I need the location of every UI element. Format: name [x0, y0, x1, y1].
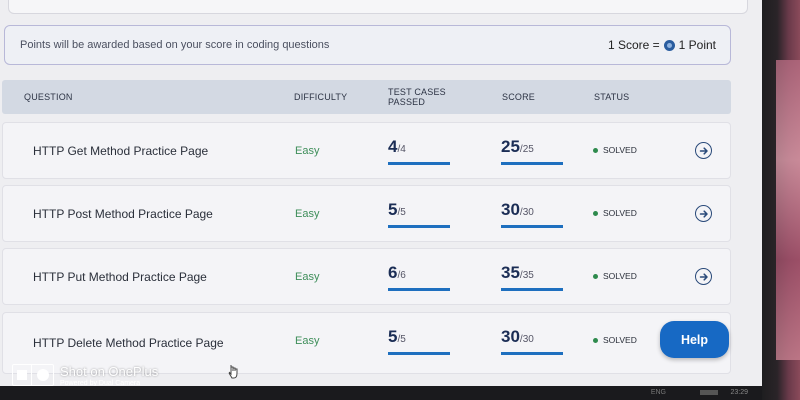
status-dot-icon [593, 210, 598, 216]
status-text: SOLVED [603, 145, 637, 155]
tests-progress-fill [388, 352, 450, 355]
status-badge: SOLVED [593, 208, 637, 218]
tests-progress-bar [388, 162, 450, 165]
taskbar-indicator [700, 390, 718, 395]
tests-passed: 5/5 [388, 327, 452, 355]
question-name[interactable]: HTTP Delete Method Practice Page [33, 336, 224, 350]
tests-total: /4 [397, 144, 406, 155]
tests-progress-fill [388, 162, 450, 165]
status-badge: SOLVED [593, 145, 637, 155]
score-total: /30 [519, 207, 534, 218]
table-row[interactable]: HTTP Post Method Practice Page Easy 5/5 … [2, 185, 731, 242]
score-progress-fill [501, 162, 563, 165]
status-dot-icon [593, 337, 598, 343]
status-badge: SOLVED [593, 335, 637, 345]
header-difficulty: DIFFICULTY [294, 92, 348, 102]
score: 35/35 [501, 263, 565, 291]
table-row[interactable]: HTTP Get Method Practice Page Easy 4/4 2… [2, 122, 731, 179]
help-button[interactable]: Help [660, 321, 729, 358]
tests-total: /5 [397, 207, 406, 218]
status-dot-icon [593, 273, 598, 279]
score-total: /25 [519, 144, 534, 155]
tests-progress-fill [388, 225, 450, 228]
previous-card [8, 0, 748, 14]
tests-progress-fill [388, 288, 450, 291]
score-total: /30 [519, 334, 534, 345]
cursor-icon [228, 364, 240, 385]
score-value: 25 [501, 137, 520, 156]
question-name[interactable]: HTTP Get Method Practice Page [33, 144, 208, 158]
score: 30/30 [501, 200, 565, 228]
points-left: 1 Score = [607, 38, 660, 52]
score: 25/25 [501, 137, 565, 165]
taskbar-time: 23:29 [730, 389, 748, 396]
header-question: QUESTION [24, 92, 73, 102]
difficulty-label: Easy [295, 208, 320, 220]
score-progress-fill [501, 352, 563, 355]
header-test-cases: TEST CASES PASSED [388, 87, 458, 107]
question-name[interactable]: HTTP Post Method Practice Page [33, 207, 213, 221]
score-progress-bar [501, 162, 563, 165]
tests-progress-bar [388, 225, 450, 228]
score-progress-bar [501, 288, 563, 291]
arrow-right-circle-icon[interactable] [695, 205, 712, 222]
header-test-cases-line2: PASSED [388, 97, 426, 107]
header-test-cases-line1: TEST CASES [388, 87, 446, 97]
screen: Points will be awarded based on your sco… [0, 0, 762, 400]
score-value: 30 [501, 200, 520, 219]
tests-progress-bar [388, 352, 450, 355]
monitor-bezel [762, 0, 800, 400]
taskbar: ENG 23:29 [0, 386, 762, 400]
arrow-right-circle-icon[interactable] [695, 142, 712, 159]
tests-passed: 5/5 [388, 200, 452, 228]
header-score: SCORE [502, 92, 536, 102]
tests-total: /5 [397, 334, 406, 345]
header-status: STATUS [594, 92, 630, 102]
score-progress-bar [501, 225, 563, 228]
score-value: 35 [501, 263, 520, 282]
arrow-right-circle-icon[interactable] [695, 268, 712, 285]
watermark-title: Shot on OnePlus [60, 364, 159, 379]
score-progress-bar [501, 352, 563, 355]
camera-watermark: Shot on OnePlus Powered by Dual Camera [12, 364, 158, 388]
difficulty-label: Easy [295, 335, 320, 347]
tests-progress-bar [388, 288, 450, 291]
score-progress-fill [501, 225, 563, 228]
points-conversion: 1 Score = 1 Point [608, 38, 716, 52]
notice-text: Points will be awarded based on your sco… [20, 39, 330, 51]
tests-passed: 4/4 [388, 137, 452, 165]
status-text: SOLVED [603, 208, 637, 218]
score-total: /35 [519, 270, 534, 281]
points-right: 1 Point [678, 38, 716, 52]
score-value: 30 [501, 327, 520, 346]
status-text: SOLVED [603, 335, 637, 345]
camera-logo-icon [12, 364, 54, 386]
taskbar-language: ENG [650, 389, 666, 396]
tests-passed: 6/6 [388, 263, 452, 291]
score: 30/30 [501, 327, 565, 355]
status-text: SOLVED [603, 271, 637, 281]
tests-total: /6 [397, 270, 406, 281]
table-header: QUESTION DIFFICULTY TEST CASES PASSED SC… [2, 80, 731, 114]
question-name[interactable]: HTTP Put Method Practice Page [33, 270, 207, 284]
status-dot-icon [593, 147, 598, 153]
status-badge: SOLVED [593, 271, 637, 281]
difficulty-label: Easy [295, 271, 320, 283]
score-progress-fill [501, 288, 563, 291]
points-notice: Points will be awarded based on your sco… [4, 25, 731, 65]
difficulty-label: Easy [295, 145, 320, 157]
coin-icon [663, 39, 675, 51]
table-row[interactable]: HTTP Put Method Practice Page Easy 6/6 3… [2, 248, 731, 305]
